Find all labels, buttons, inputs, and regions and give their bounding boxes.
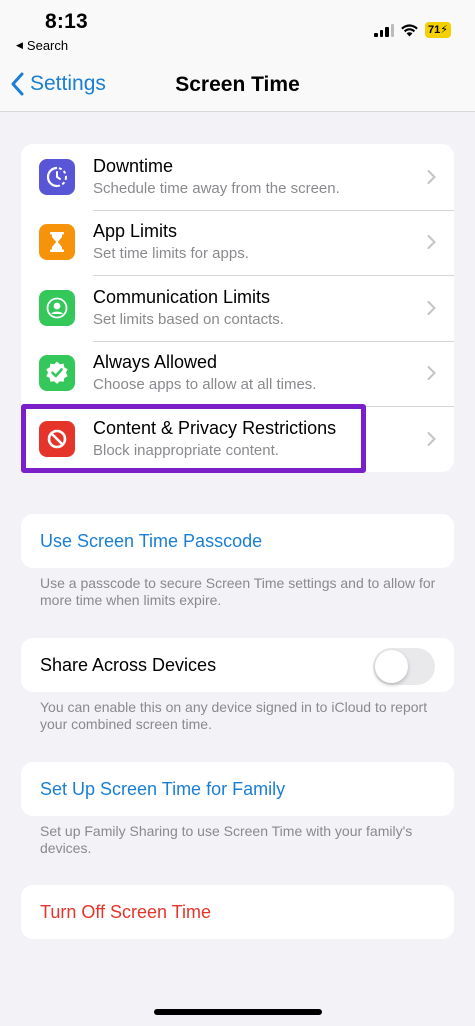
navigation-bar: Settings Screen Time — [0, 60, 475, 112]
communication-limits-row[interactable]: Communication Limits Set limits based on… — [21, 275, 454, 341]
always-allowed-title: Always Allowed — [93, 352, 218, 373]
battery-level: 71 — [428, 24, 441, 36]
chevron-right-icon — [427, 431, 436, 446]
share-group: Share Across Devices — [21, 638, 454, 692]
checkmark-badge-icon — [39, 355, 75, 392]
setup-family-button[interactable]: Set Up Screen Time for Family — [21, 762, 454, 816]
passcode-footnote: Use a passcode to secure Screen Time set… — [40, 575, 436, 608]
back-triangle-icon: ◀ — [16, 40, 23, 50]
back-to-app-link[interactable]: ◀ Search — [16, 38, 68, 53]
hourglass-icon — [39, 224, 75, 261]
app-limits-title: App Limits — [93, 221, 178, 242]
downtime-row[interactable]: Downtime Schedule time away from the scr… — [21, 144, 454, 210]
passcode-group: Use Screen Time Passcode — [21, 514, 454, 568]
communication-limits-title: Communication Limits — [93, 286, 271, 307]
turn-off-screen-time-button[interactable]: Turn Off Screen Time — [21, 885, 454, 939]
page-title: Screen Time — [175, 73, 300, 96]
chevron-right-icon — [427, 235, 436, 250]
downtime-subtitle: Schedule time away from the screen. — [93, 179, 340, 197]
downtime-title: Downtime — [93, 155, 174, 176]
family-group: Set Up Screen Time for Family — [21, 762, 454, 816]
battery-icon: 71⚡ — [425, 22, 451, 38]
communication-limits-subtitle: Set limits based on contacts. — [93, 310, 284, 328]
charging-bolt-icon: ⚡ — [440, 24, 448, 36]
status-bar: 8:13 ◀ Search 71⚡ — [0, 0, 475, 60]
share-across-devices-toggle[interactable] — [373, 648, 435, 685]
back-app-label: Search — [26, 38, 69, 53]
family-footnote: Set up Family Sharing to use Screen Time… — [40, 823, 413, 856]
chevron-right-icon — [427, 300, 436, 315]
highlight-box — [21, 404, 366, 473]
cellular-signal-icon — [374, 23, 395, 37]
share-footnote: You can enable this on any device signed… — [40, 699, 428, 732]
always-allowed-subtitle: Choose apps to allow at all times. — [93, 376, 317, 394]
turn-off-group: Turn Off Screen Time — [21, 885, 454, 939]
status-indicators: 71⚡ — [374, 22, 451, 38]
downtime-icon — [39, 158, 75, 195]
chevron-right-icon — [427, 366, 436, 381]
app-limits-subtitle: Set time limits for apps. — [93, 245, 249, 263]
home-indicator[interactable] — [154, 1009, 322, 1015]
always-allowed-row[interactable]: Always Allowed Choose apps to allow at a… — [21, 340, 454, 407]
wifi-icon — [401, 24, 418, 37]
use-passcode-button[interactable]: Use Screen Time Passcode — [21, 514, 454, 568]
contact-icon — [39, 289, 75, 326]
chevron-right-icon — [427, 169, 436, 184]
status-time: 8:13 — [45, 10, 88, 33]
toggle-knob — [375, 650, 408, 683]
app-limits-row[interactable]: App Limits Set time limits for apps. — [21, 209, 454, 276]
